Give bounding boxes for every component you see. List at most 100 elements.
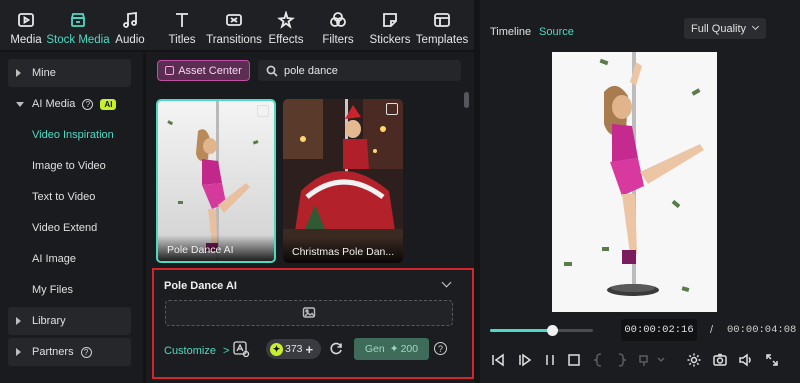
search-input[interactable] [284, 64, 454, 77]
ai-badge: AI [100, 98, 117, 110]
search-box[interactable] [258, 60, 461, 81]
help-icon[interactable]: ? [82, 98, 94, 110]
tab-templates[interactable]: Templates [416, 0, 468, 50]
tab-stock-media-label: Stock Media [46, 34, 110, 46]
video-preview [552, 52, 717, 312]
chevron-down-icon [751, 22, 760, 31]
tab-filters[interactable]: Filters [312, 0, 364, 50]
play-frame-icon[interactable] [517, 352, 533, 368]
sidebar-item-my-files[interactable]: My Files [8, 276, 131, 304]
current-time[interactable]: 00:00:02:16 [621, 319, 697, 341]
stickers-icon [383, 13, 397, 27]
tab-templates-label: Templates [415, 34, 469, 46]
thumbnail-caption: Pole Dance AI [158, 235, 274, 261]
playback-progress[interactable] [490, 325, 593, 336]
tab-titles-label: Titles [168, 34, 196, 46]
sidebar-item-partners[interactable]: Partners ? [8, 338, 131, 366]
templates-icon [434, 13, 450, 27]
detail-title: Pole Dance AI [164, 280, 237, 292]
tab-timeline[interactable]: Timeline [490, 26, 531, 38]
time-separator: / [710, 324, 714, 336]
search-icon [266, 65, 278, 77]
step-back-icon[interactable] [490, 352, 506, 368]
settings-gear-icon[interactable] [686, 352, 702, 368]
media-icon [18, 13, 34, 27]
customize-label: Customize [164, 345, 216, 357]
sidebar-item-label: AI Media [32, 98, 76, 110]
caret-right-icon [16, 348, 21, 356]
tab-media[interactable]: Media [0, 0, 52, 50]
sidebar-item-ai-media[interactable]: AI Media ? AI [8, 90, 131, 118]
sidebar-item-ai-image[interactable]: AI Image [8, 245, 131, 273]
progress-knob[interactable] [546, 325, 558, 336]
asset-center-button[interactable]: Asset Center [157, 60, 250, 81]
tab-source[interactable]: Source [539, 26, 574, 38]
tab-stock-media[interactable]: Stock Media [46, 0, 110, 50]
sidebar-item-image-to-video[interactable]: Image to Video [8, 152, 131, 180]
playback-controls [490, 352, 795, 370]
insert-icon[interactable] [637, 352, 653, 368]
volume-icon[interactable] [738, 352, 754, 368]
generate-cost-icon: ✦ [389, 343, 399, 355]
thumbnail-caption: Christmas Pole Dan... [283, 237, 403, 263]
thumbnail-pole-dance-ai[interactable]: Pole Dance AI [156, 99, 276, 263]
tab-stickers[interactable]: Stickers [364, 0, 416, 50]
sidebar-item-label: Image to Video [32, 160, 106, 172]
asset-center-label: Asset Center [178, 64, 242, 77]
asset-center-icon [165, 66, 175, 75]
pause-icon[interactable] [542, 352, 558, 368]
tab-transitions-label: Transitions [206, 34, 262, 46]
credits-balance[interactable]: ✦ 373 + [266, 339, 321, 359]
sidebar-item-label: Partners [32, 346, 74, 358]
sidebar-item-video-inspiration[interactable]: Video Inspiration [8, 121, 131, 149]
ai-settings-icon[interactable] [232, 340, 250, 358]
sidebar-item-label: Mine [32, 67, 56, 79]
mark-in-icon[interactable] [591, 352, 607, 368]
image-add-icon [302, 307, 316, 318]
scrollbar[interactable] [464, 92, 469, 108]
credits-coin-icon: ✦ [270, 342, 283, 356]
help-icon[interactable]: ? [434, 342, 447, 355]
stock-sidebar: Mine AI Media ? AI Video Inspiration Ima… [0, 52, 143, 383]
template-detail-panel: Pole Dance AI Customize > ✦ 373 + Gen ✦ … [152, 268, 474, 379]
quality-dropdown[interactable]: Full Quality [684, 18, 766, 39]
media-toolbar: Media Stock Media Audio Titles Transitio… [0, 0, 474, 50]
sidebar-item-library[interactable]: Library [8, 307, 131, 335]
help-icon[interactable]: ? [80, 346, 92, 358]
fullscreen-icon[interactable] [764, 352, 780, 368]
favorite-icon[interactable] [257, 105, 269, 117]
quality-value: Full Quality [691, 22, 747, 35]
image-upload-area[interactable] [165, 300, 453, 326]
sidebar-item-label: My Files [32, 284, 73, 296]
tab-transitions[interactable]: Transitions [206, 0, 262, 50]
sidebar-item-video-extend[interactable]: Video Extend [8, 214, 131, 242]
tab-filters-label: Filters [322, 34, 354, 46]
refresh-icon[interactable] [329, 341, 344, 356]
stop-icon[interactable] [566, 352, 582, 368]
caret-right-icon [16, 69, 21, 77]
sidebar-item-label: Library [32, 315, 66, 327]
tab-media-label: Media [10, 34, 42, 46]
tab-effects[interactable]: Effects [260, 0, 312, 50]
generate-cost: 200 [400, 343, 419, 355]
chevron-down-icon[interactable] [656, 352, 666, 368]
sidebar-item-label: Video Inspiration [32, 129, 114, 141]
tab-audio[interactable]: Audio [104, 0, 156, 50]
sidebar-item-mine[interactable]: Mine [8, 59, 131, 87]
sidebar-item-label: Text to Video [32, 191, 96, 203]
effects-sparkle-icon [277, 11, 295, 29]
generate-button[interactable]: Gen ✦ 200 [354, 338, 429, 360]
sidebar-item-label: Video Extend [32, 222, 98, 234]
favorite-icon[interactable] [386, 103, 398, 115]
chevron-down-icon[interactable] [441, 277, 452, 288]
tab-audio-label: Audio [115, 34, 145, 46]
tab-titles[interactable]: Titles [156, 0, 208, 50]
thumbnail-christmas-pole-dance[interactable]: Christmas Pole Dan... [283, 99, 403, 263]
customize-link[interactable]: Customize > [164, 345, 229, 357]
preview-panel: Timeline Source Full Quality 00:00:02:16… [480, 0, 800, 383]
mark-out-icon[interactable] [613, 352, 629, 368]
filters-icon [330, 12, 346, 27]
snapshot-camera-icon[interactable] [712, 352, 728, 368]
chevron-right-icon: > [223, 345, 230, 357]
sidebar-item-text-to-video[interactable]: Text to Video [8, 183, 131, 211]
